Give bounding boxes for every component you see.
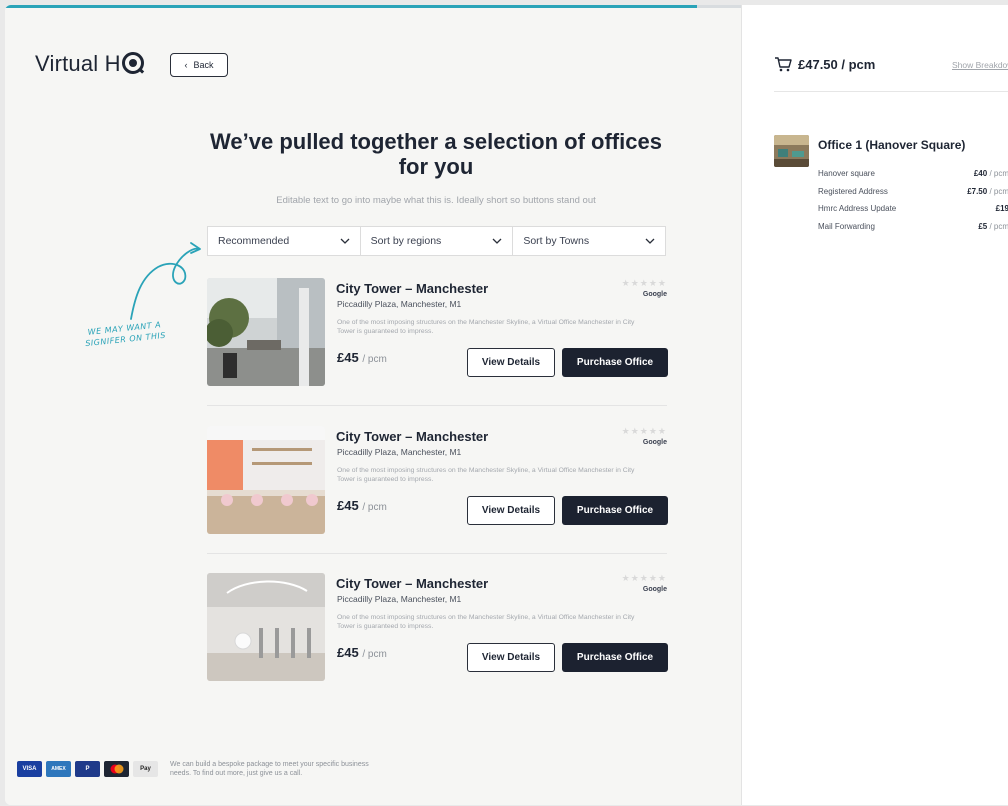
- office-address: Piccadilly Plaza, Manchester, M1: [337, 447, 462, 457]
- app-frame: Virtual H ‹ Back We’ve pulled together a…: [5, 5, 1008, 805]
- divider: [207, 405, 667, 406]
- line-item: Mail Forwarding £5 / pcm: [818, 222, 1008, 231]
- office-listing: City Tower – Manchester Piccadilly Plaza…: [207, 426, 668, 536]
- filter-towns[interactable]: Sort by Towns: [513, 227, 665, 255]
- line-item-label: Mail Forwarding: [818, 222, 875, 231]
- payment-footer: VISA AMEX P Pay We can build a bespoke p…: [17, 760, 380, 778]
- purchase-office-button[interactable]: Purchase Office: [562, 348, 668, 377]
- star-rating-icon: ★★★★★: [621, 278, 667, 288]
- filter-bar: Recommended Sort by regions Sort by Town…: [207, 226, 666, 256]
- line-item-label: Registered Address: [818, 187, 888, 196]
- line-item: Hmrc Address Update £19: [818, 204, 1008, 213]
- filter-label: Sort by regions: [370, 235, 442, 247]
- main-panel: Virtual H ‹ Back We’ve pulled together a…: [5, 5, 741, 805]
- show-breakdown-link[interactable]: Show Breakdown: [952, 60, 1008, 70]
- line-item-amount: £5 / pcm: [978, 222, 1008, 231]
- office-description: One of the most imposing structures on t…: [337, 614, 635, 630]
- price-unit: / pcm: [362, 649, 387, 660]
- paypal-icon: P: [75, 761, 100, 777]
- footer-text: We can build a bespoke package to meet y…: [170, 761, 369, 777]
- office-title[interactable]: City Tower – Manchester: [336, 576, 488, 591]
- filter-label: Recommended: [218, 235, 290, 247]
- line-item-label: Hmrc Address Update: [818, 204, 897, 213]
- cart-icon: [775, 57, 792, 72]
- star-rating-icon: ★★★★★: [621, 426, 667, 436]
- view-details-button[interactable]: View Details: [467, 643, 555, 672]
- view-details-button[interactable]: View Details: [467, 348, 555, 377]
- line-item-amount: £7.50 / pcm: [967, 187, 1008, 196]
- divider: [207, 553, 667, 554]
- page-subtitle: Editable text to go into maybe what this…: [276, 195, 596, 206]
- chevron-down-icon: [645, 236, 655, 247]
- filter-recommended[interactable]: Recommended: [208, 227, 361, 255]
- rating-source: Google: [642, 586, 667, 593]
- price-value: £45: [337, 645, 359, 660]
- divider: [774, 91, 1008, 92]
- amex-icon: AMEX: [46, 761, 71, 777]
- office-photo[interactable]: [207, 278, 325, 386]
- chevron-down-icon: [492, 236, 502, 247]
- progress-bar: [5, 5, 741, 8]
- page-title: We’ve pulled together a selection of off…: [210, 129, 662, 179]
- chevron-left-icon: ‹: [184, 60, 188, 70]
- progress-fill: [5, 5, 697, 8]
- purchase-office-button[interactable]: Purchase Office: [562, 643, 668, 672]
- line-item-amount: £40 / pcm: [973, 169, 1008, 178]
- office-price: £45 / pcm: [337, 498, 387, 513]
- annotation-arrow-icon: [130, 242, 201, 320]
- price-value: £45: [337, 350, 359, 365]
- office-photo[interactable]: [207, 426, 325, 534]
- logo-wordmark: Virtual H: [35, 51, 121, 76]
- office-address: Piccadilly Plaza, Manchester, M1: [337, 299, 462, 309]
- filter-label: Sort by Towns: [523, 235, 590, 247]
- office-price: £45 / pcm: [337, 645, 387, 660]
- summary-office-title: Office 1 (Hanover Square): [818, 138, 966, 152]
- apple-pay-icon: Pay: [133, 761, 158, 777]
- line-item: Hanover square £40 / pcm: [818, 169, 1008, 178]
- office-description: One of the most imposing structures on t…: [337, 467, 635, 483]
- view-details-button[interactable]: View Details: [467, 496, 555, 525]
- line-item: Registered Address £7.50 / pcm: [818, 187, 1008, 196]
- office-title[interactable]: City Tower – Manchester: [336, 281, 488, 296]
- cart-total: £47.50 / pcm: [774, 56, 875, 72]
- purchase-office-button[interactable]: Purchase Office: [562, 496, 668, 525]
- cart-total-value: £47.50 / pcm: [798, 56, 876, 72]
- order-summary-panel: £47.50 / pcm Show Breakdown Office 1 (Ha…: [741, 5, 1008, 805]
- mastercard-icon: [104, 761, 129, 777]
- back-button[interactable]: ‹ Back: [170, 53, 228, 77]
- office-title[interactable]: City Tower – Manchester: [336, 429, 488, 444]
- price-value: £45: [337, 498, 359, 513]
- rating-source: Google: [642, 291, 667, 298]
- logo-pin-icon: [121, 52, 144, 74]
- price-unit: / pcm: [362, 502, 387, 513]
- office-address: Piccadilly Plaza, Manchester, M1: [337, 594, 462, 604]
- line-item-label: Hanover square: [818, 169, 875, 178]
- office-price: £45 / pcm: [337, 350, 387, 365]
- office-photo[interactable]: [207, 573, 325, 681]
- star-rating-icon: ★★★★★: [621, 573, 667, 583]
- price-unit: / pcm: [362, 354, 387, 365]
- filter-regions[interactable]: Sort by regions: [361, 227, 514, 255]
- line-item-amount: £19: [995, 204, 1008, 213]
- rating-source: Google: [642, 439, 667, 446]
- chevron-down-icon: [340, 236, 350, 247]
- design-annotation: WE MAY WANT A SIGNIFER ON THIS: [84, 320, 167, 349]
- office-listing: City Tower – Manchester Piccadilly Plaza…: [207, 573, 668, 683]
- visa-icon: VISA: [17, 761, 42, 777]
- office-description: One of the most imposing structures on t…: [337, 319, 635, 335]
- back-label: Back: [193, 60, 214, 70]
- office-listing: City Tower – Manchester Piccadilly Plaza…: [207, 278, 668, 388]
- logo[interactable]: Virtual H: [35, 51, 144, 77]
- office-photo: [774, 135, 809, 167]
